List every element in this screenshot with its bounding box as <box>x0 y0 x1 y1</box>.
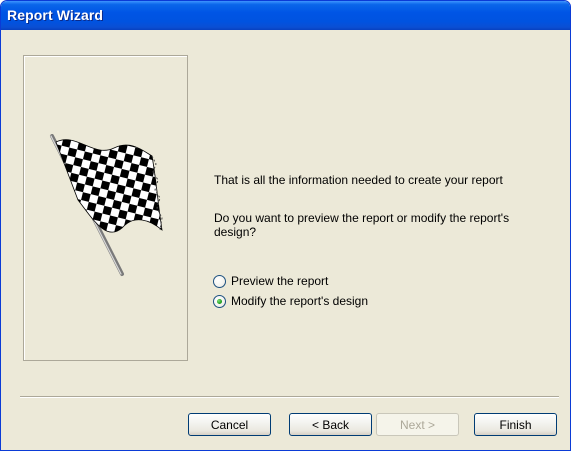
preview-report-radio[interactable] <box>213 274 226 288</box>
checkered-flag-icon <box>50 134 163 276</box>
preview-report-label: Preview the report <box>231 274 329 288</box>
window-title: Report Wizard <box>7 7 104 23</box>
modify-design-option[interactable]: Modify the report's design <box>213 293 368 309</box>
wizard-picture-panel <box>23 55 188 361</box>
title-bar[interactable]: Report Wizard <box>1 1 570 30</box>
info-message: That is all the information needed to cr… <box>214 173 503 187</box>
preview-report-option[interactable]: Preview the report <box>213 273 328 289</box>
back-button[interactable]: < Back <box>289 413 372 436</box>
modify-design-label: Modify the report's design <box>231 294 369 308</box>
question-message: Do you want to preview the report or mod… <box>214 211 510 239</box>
cancel-button[interactable]: Cancel <box>188 413 271 436</box>
finish-button[interactable]: Finish <box>474 413 557 436</box>
modify-design-radio[interactable] <box>213 294 226 308</box>
button-separator <box>20 396 559 398</box>
next-button: Next > <box>376 413 459 436</box>
dialog-client-area: That is all the information needed to cr… <box>4 30 567 447</box>
report-wizard-window: Report Wizard That is all the informatio… <box>0 0 571 451</box>
